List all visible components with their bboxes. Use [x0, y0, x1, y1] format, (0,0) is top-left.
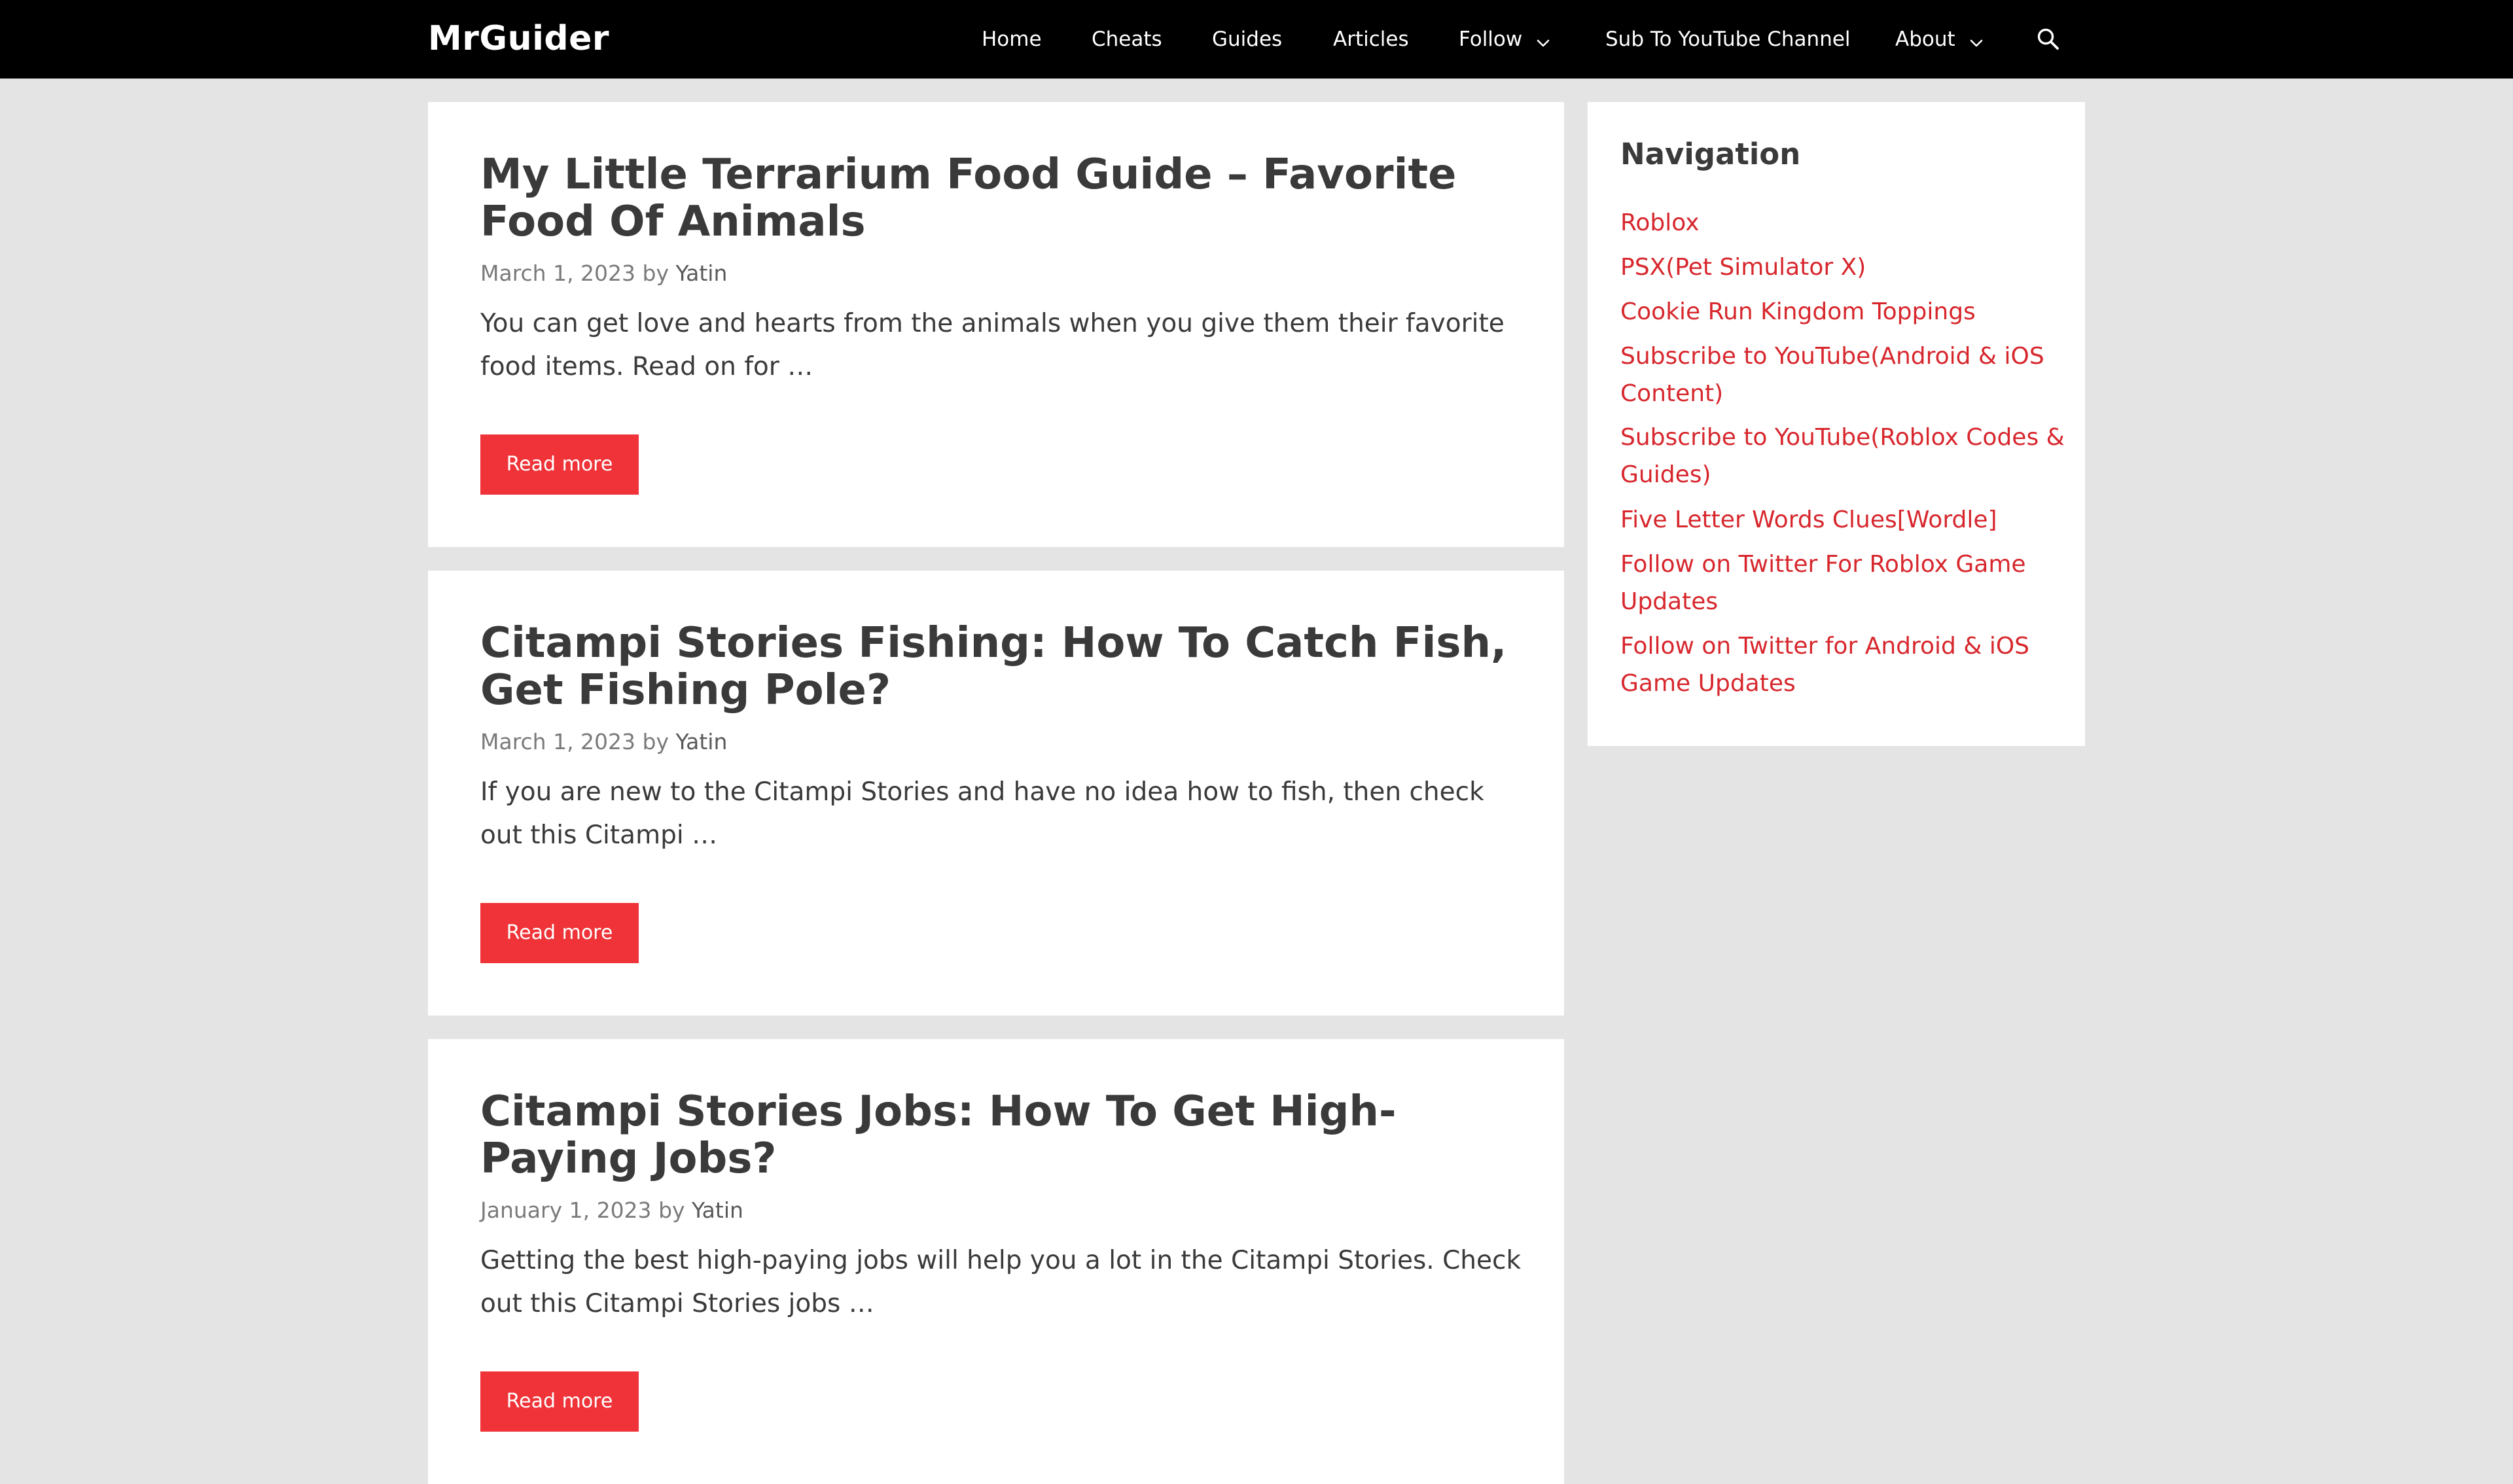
- nav-follow-label: Follow: [1459, 27, 1523, 51]
- post-title-link[interactable]: My Little Terrarium Food Guide – Favorit…: [480, 151, 1527, 245]
- nav-cheats[interactable]: Cheats: [1092, 0, 1162, 79]
- post-date[interactable]: March 1, 2023: [480, 729, 635, 754]
- nav-articles[interactable]: Articles: [1333, 0, 1409, 79]
- post-title-link[interactable]: Citampi Stories Fishing: How To Catch Fi…: [480, 620, 1527, 714]
- sidebar-link-psx[interactable]: PSX(Pet Simulator X): [1620, 249, 2065, 286]
- sidebar-link-twitter-android-ios[interactable]: Follow on Twitter for Android & iOS Game…: [1620, 627, 2065, 702]
- post-by-label: by: [658, 1197, 685, 1223]
- post-author-link[interactable]: Yatin: [692, 1197, 743, 1223]
- post-by-label: by: [642, 729, 669, 754]
- search-icon[interactable]: [2037, 27, 2060, 51]
- post-card: Citampi Stories Jobs: How To Get High-Pa…: [428, 1039, 1564, 1484]
- post-excerpt: Getting the best high-paying jobs will h…: [480, 1246, 1522, 1318]
- post-by-label: by: [642, 260, 669, 286]
- sidebar-link-wordle[interactable]: Five Letter Words Clues[Wordle]: [1620, 501, 2065, 539]
- sidebar-link-roblox[interactable]: Roblox: [1620, 204, 2065, 241]
- chevron-down-icon: [1537, 1, 1550, 80]
- site-title-link[interactable]: MrGuider: [428, 16, 609, 62]
- post-author-link[interactable]: Yatin: [676, 260, 728, 286]
- sidebar-link-twitter-roblox[interactable]: Follow on Twitter For Roblox Game Update…: [1620, 546, 2065, 620]
- widget-title: Navigation: [1620, 137, 1801, 171]
- post-date[interactable]: March 1, 2023: [480, 260, 635, 286]
- post-title-link[interactable]: Citampi Stories Jobs: How To Get High-Pa…: [480, 1088, 1527, 1182]
- post-meta: March 1, 2023 by Yatin: [480, 728, 727, 756]
- nav-about[interactable]: About: [1895, 0, 1983, 79]
- post-excerpt: If you are new to the Citampi Stories an…: [480, 777, 1484, 850]
- sidebar-link-youtube-android-ios[interactable]: Subscribe to YouTube(Android & iOS Conte…: [1620, 338, 2065, 412]
- sidebar-link-youtube-roblox[interactable]: Subscribe to YouTube(Roblox Codes & Guid…: [1620, 419, 2065, 493]
- read-more-button[interactable]: Read more: [480, 434, 639, 495]
- post-date[interactable]: January 1, 2023: [480, 1197, 652, 1223]
- post-author-link[interactable]: Yatin: [676, 729, 728, 754]
- post-meta: March 1, 2023 by Yatin: [480, 259, 727, 288]
- nav-guides[interactable]: Guides: [1212, 0, 1282, 79]
- sidebar-link-cookie-run[interactable]: Cookie Run Kingdom Toppings: [1620, 293, 2065, 330]
- chevron-down-icon: [1970, 1, 1983, 80]
- nav-follow[interactable]: Follow: [1459, 0, 1550, 79]
- nav-home[interactable]: Home: [982, 0, 1042, 79]
- post-card: My Little Terrarium Food Guide – Favorit…: [428, 102, 1564, 547]
- nav-about-label: About: [1895, 27, 1955, 51]
- read-more-button[interactable]: Read more: [480, 903, 639, 963]
- post-card: Citampi Stories Fishing: How To Catch Fi…: [428, 571, 1564, 1016]
- nav-sub-youtube[interactable]: Sub To YouTube Channel: [1605, 0, 1851, 79]
- post-excerpt: You can get love and hearts from the ani…: [480, 309, 1505, 381]
- site-header: MrGuider Home Cheats Guides Articles Fol…: [0, 0, 2513, 79]
- sidebar-navigation-widget: Navigation Roblox PSX(Pet Simulator X) C…: [1588, 102, 2085, 746]
- read-more-button[interactable]: Read more: [480, 1371, 639, 1432]
- post-meta: January 1, 2023 by Yatin: [480, 1196, 743, 1225]
